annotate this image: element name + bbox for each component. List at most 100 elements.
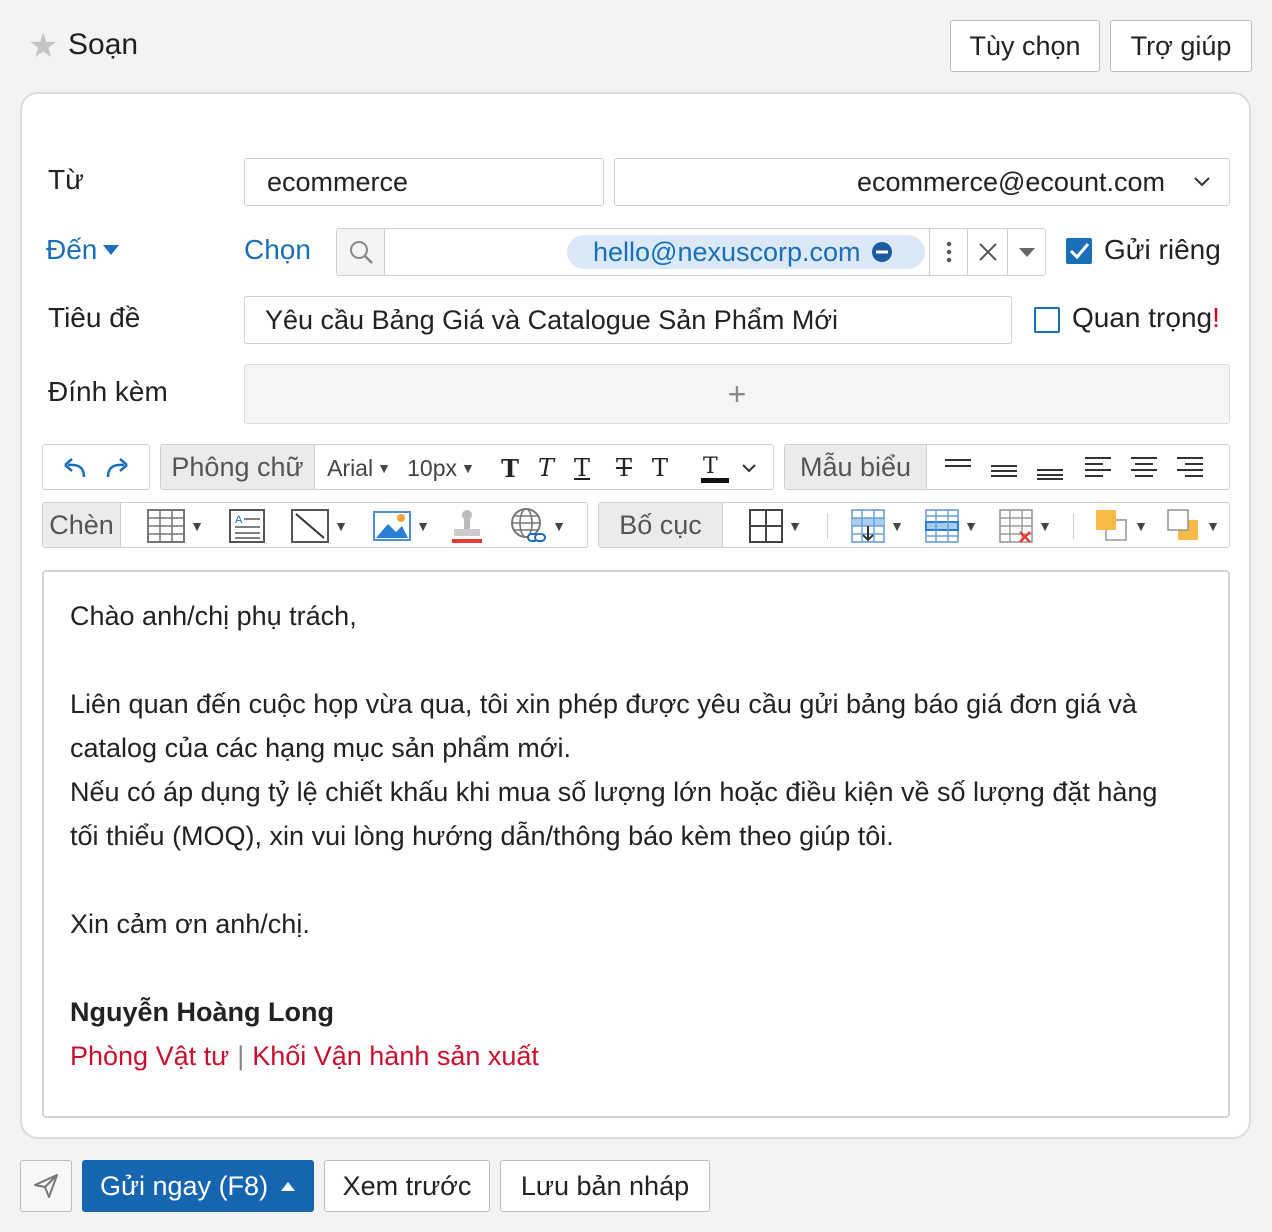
- from-name-value: ecommerce: [267, 166, 409, 197]
- dropdown-icon: [1018, 248, 1035, 257]
- font-color-dropdown[interactable]: [737, 449, 761, 487]
- font-size-value: 10px: [407, 454, 457, 481]
- template-toolbar-label[interactable]: Mẫu biểu: [785, 445, 927, 489]
- line-icon: [291, 509, 330, 543]
- body-para1-line1: Liên quan đến cuộc họp vừa qua, tôi xin …: [70, 689, 1137, 719]
- svg-text:A: A: [235, 514, 243, 526]
- chevron-down-icon: ▼: [890, 518, 904, 534]
- insert-link-button[interactable]: ▼: [501, 507, 573, 545]
- align-right-button[interactable]: [1173, 449, 1207, 487]
- align-center-button[interactable]: [1127, 449, 1161, 487]
- italic-button[interactable]: T: [531, 449, 561, 487]
- font-style-button[interactable]: T: [645, 449, 675, 487]
- align-left-button[interactable]: [1081, 449, 1115, 487]
- line-height-button[interactable]: [1033, 449, 1067, 487]
- link-icon: [511, 508, 547, 542]
- chevron-down-icon: [1194, 177, 1210, 187]
- from-name-input[interactable]: ecommerce: [244, 158, 604, 206]
- important-checkbox[interactable]: [1034, 307, 1060, 333]
- signature-name: Nguyễn Hoàng Long: [70, 997, 334, 1027]
- recipient-field[interactable]: hello@nexuscorp.com: [336, 228, 1046, 276]
- send-icon-button[interactable]: [20, 1160, 72, 1212]
- redo-button[interactable]: [99, 449, 135, 487]
- options-button[interactable]: Tùy chọn: [950, 20, 1100, 72]
- body-para1-line2: catalog của các hạng mục sản phẩm mới.: [70, 733, 571, 763]
- subject-value: Yêu cầu Bảng Giá và Catalogue Sản Phẩm M…: [265, 304, 839, 335]
- divider: [827, 513, 828, 539]
- message-editor[interactable]: Chào anh/chị phụ trách, Liên quan đến cu…: [42, 570, 1230, 1118]
- chevron-down-icon: ▼: [416, 518, 430, 534]
- from-email-select[interactable]: ecommerce@ecount.com: [614, 158, 1230, 206]
- undo-button[interactable]: [57, 449, 93, 487]
- delete-table-button[interactable]: ▼: [993, 507, 1057, 545]
- insert-row-button[interactable]: ▼: [845, 507, 909, 545]
- search-button[interactable]: [337, 229, 385, 275]
- font-size-select[interactable]: 10px ▼: [399, 449, 483, 487]
- insert-image-button[interactable]: ▼: [365, 507, 437, 545]
- insert-textbox-button[interactable]: A: [225, 507, 269, 545]
- help-button[interactable]: Trợ giúp: [1110, 20, 1252, 72]
- line-spacing-icon: [945, 459, 971, 467]
- image-icon: [373, 511, 412, 541]
- grid-icon: [749, 509, 784, 543]
- more-button[interactable]: [929, 229, 967, 275]
- align-right-icon: [1177, 457, 1203, 477]
- cell-border-button[interactable]: ▼: [1161, 507, 1225, 545]
- table-row-icon: [925, 509, 960, 543]
- insert-line-button[interactable]: ▼: [283, 507, 355, 545]
- chevron-down-icon: ▼: [334, 518, 348, 534]
- line-spacing-button[interactable]: [941, 449, 975, 487]
- chevron-down-icon: ▼: [964, 518, 978, 534]
- paragraph-spacing-button[interactable]: [987, 449, 1021, 487]
- page-title: Soạn: [68, 28, 139, 61]
- choose-link[interactable]: Chọn: [244, 234, 311, 266]
- font-color-icon: T: [701, 454, 729, 483]
- recipient-dropdown-button[interactable]: [1007, 229, 1045, 275]
- subject-input[interactable]: Yêu cầu Bảng Giá và Catalogue Sản Phẩm M…: [244, 296, 1012, 344]
- layout-grid-button[interactable]: ▼: [739, 507, 811, 545]
- check-icon: [1069, 243, 1090, 260]
- font-family-value: Arial: [327, 454, 374, 481]
- preview-button[interactable]: Xem trước: [324, 1160, 490, 1212]
- private-send-checkbox[interactable]: [1066, 238, 1092, 264]
- from-label: Từ: [48, 164, 84, 195]
- paragraph-spacing-icon: [991, 465, 1017, 477]
- attach-label: Đính kèm: [48, 376, 168, 407]
- line-height-icon: [1037, 469, 1063, 480]
- template-toolbar: Mẫu biểu: [784, 444, 1230, 490]
- table-icon: [147, 509, 186, 543]
- table-row-button[interactable]: ▼: [919, 507, 983, 545]
- star-icon[interactable]: ★: [28, 28, 58, 64]
- body-closing: Xin cảm ơn anh/chị.: [70, 909, 310, 939]
- clear-button[interactable]: [967, 229, 1007, 275]
- close-icon: [978, 243, 997, 261]
- remove-recipient-icon[interactable]: [871, 241, 893, 263]
- insert-toolbar: Chèn ▼ A ▼ ▼ ▼: [42, 502, 588, 548]
- to-dropdown[interactable]: Đến: [46, 234, 121, 266]
- subject-label: Tiêu đề: [48, 302, 141, 333]
- cell-background-button[interactable]: ▼: [1089, 507, 1153, 545]
- font-color-button[interactable]: T: [691, 449, 731, 487]
- cell-background-icon: [1096, 510, 1127, 541]
- cell-border-icon: [1167, 509, 1199, 540]
- insert-row-icon: [851, 509, 885, 543]
- textbox-icon: A: [229, 509, 265, 543]
- attach-dropzone[interactable]: +: [244, 364, 1230, 424]
- chevron-down-icon: ▼: [788, 518, 802, 534]
- strikethrough-button[interactable]: T: [609, 449, 639, 487]
- underline-button[interactable]: T: [567, 449, 597, 487]
- insert-table-button[interactable]: ▼: [139, 507, 211, 545]
- to-label: Đến: [46, 234, 98, 265]
- save-draft-button[interactable]: Lưu bản nháp: [500, 1160, 710, 1212]
- redo-icon: [106, 458, 128, 478]
- chevron-down-icon: ▼: [1038, 518, 1052, 534]
- send-now-button[interactable]: Gửi ngay (F8): [82, 1160, 314, 1212]
- svg-text:T: T: [703, 454, 718, 479]
- insert-stamp-button[interactable]: [447, 507, 487, 545]
- recipient-chip[interactable]: hello@nexuscorp.com: [567, 235, 925, 269]
- bold-button[interactable]: T: [495, 449, 525, 487]
- font-family-select[interactable]: Arial ▼: [321, 449, 397, 487]
- body-para2-line2: tối thiểu (MOQ), xin vui lòng hướng dẫn/…: [70, 821, 894, 851]
